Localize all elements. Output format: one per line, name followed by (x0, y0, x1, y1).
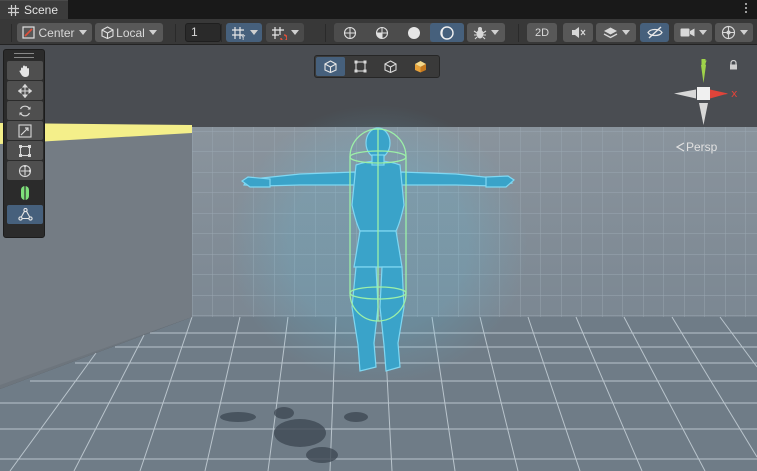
toolbar-separator (221, 24, 222, 42)
rect-transform-icon (19, 144, 31, 157)
chevron-down-icon (491, 30, 499, 35)
audio-mute-icon (571, 27, 585, 38)
scene-toolbar: Center Local 1 Y 2D (0, 19, 757, 45)
bone-hierarchy-icon (17, 208, 33, 221)
mode-2d-label: 2D (534, 26, 550, 39)
grid-axis-icon: Y (231, 26, 246, 40)
grid-snap-value-field[interactable]: 1 (185, 23, 221, 42)
mode-2d-toggle[interactable]: 2D (527, 23, 557, 42)
audio-toggle[interactable] (563, 23, 593, 42)
chevron-down-icon (249, 30, 258, 35)
lock-icon[interactable] (729, 60, 738, 70)
projection-label: Persp (686, 140, 718, 154)
gizmo-center-cube[interactable] (697, 87, 710, 100)
pivot-mode-dropdown[interactable]: Center (17, 23, 92, 42)
collider-edit-tool-button[interactable] (7, 183, 43, 202)
toolbar-separator (518, 24, 519, 42)
rotate-icon (19, 105, 31, 116)
hand-icon (19, 65, 29, 77)
tab-label: Scene (24, 3, 59, 17)
toolbar-separator (11, 24, 12, 42)
debug-draw-dropdown[interactable] (467, 23, 505, 42)
grid-visibility-dropdown[interactable]: Y (226, 23, 262, 42)
grid-icon (8, 4, 19, 16)
chevron-down-icon (621, 30, 630, 35)
rotate-tool-button[interactable] (7, 101, 43, 120)
wireframe-mode-button[interactable] (334, 23, 366, 42)
cube-button[interactable] (376, 57, 405, 76)
more-options-icon[interactable] (743, 3, 749, 16)
chevron-down-icon (698, 30, 707, 35)
camera-settings-dropdown[interactable] (674, 23, 712, 42)
effects-dropdown[interactable] (596, 23, 636, 42)
shaded-sphere-icon (408, 26, 420, 39)
eye-hidden-icon (646, 26, 663, 39)
perspective-chevron-icon (675, 142, 685, 152)
wireframe-cube-icon (324, 60, 337, 73)
pivot-mode-label: Center (38, 25, 75, 40)
scale-tool-button[interactable] (7, 121, 43, 140)
layers-effects-icon (603, 27, 617, 39)
wireframe-cube-button[interactable] (316, 57, 345, 76)
transform-icon (18, 164, 32, 177)
scene-visibility-toggle[interactable] (640, 23, 669, 42)
chevron-down-icon (739, 30, 748, 35)
svg-text:Y: Y (240, 34, 246, 40)
scene-viewport[interactable]: y x Persp (0, 45, 757, 471)
draw-mode-group (334, 23, 464, 42)
snap-settings-dropdown[interactable] (266, 23, 304, 42)
lighting-moon-icon (440, 25, 454, 40)
neg-x-axis-cone[interactable] (674, 89, 696, 99)
cube-icon (384, 60, 397, 73)
shaded-wireframe-mode-button[interactable] (366, 23, 398, 42)
camera-icon (680, 28, 694, 37)
shaded-wireframe-icon (375, 26, 389, 39)
chevron-down-icon (148, 30, 157, 35)
tab-scene[interactable]: Scene (0, 0, 68, 19)
gizmo-globe-icon (721, 25, 735, 40)
move-arrows-icon (18, 83, 32, 98)
shaded-cube-icon (415, 61, 426, 73)
wireframe-sphere-icon (343, 26, 357, 39)
bug-icon (473, 26, 487, 39)
rect-select-button[interactable] (346, 57, 375, 76)
projection-toggle[interactable]: Persp (675, 140, 717, 154)
rect-tool-button[interactable] (7, 141, 43, 160)
tools-palette (3, 49, 45, 238)
y-axis-label: y (701, 58, 707, 69)
capsule-collider-icon (21, 185, 29, 200)
rect-select-icon (354, 60, 367, 73)
scene-render (0, 45, 757, 471)
lighting-mode-button[interactable] (430, 23, 464, 42)
tab-bar: Scene (0, 0, 757, 19)
toolbar-separator (175, 24, 176, 42)
overlay-toolbar (314, 55, 440, 78)
shaded-mode-button[interactable] (398, 23, 430, 42)
neg-z-axis-cone[interactable] (699, 103, 708, 125)
local-cube-icon (101, 26, 114, 39)
bone-tool-button[interactable] (7, 205, 43, 224)
toolbar-separator (325, 24, 326, 42)
grid-snap-icon (272, 26, 287, 40)
scale-icon (18, 123, 32, 138)
transform-tool-button[interactable] (7, 161, 43, 180)
pivot-rotation-label: Local (116, 25, 145, 40)
hand-tool-button[interactable] (7, 61, 43, 80)
x-axis-cone-fill (710, 89, 728, 99)
chevron-down-icon (291, 30, 299, 35)
move-tool-button[interactable] (7, 81, 43, 100)
x-axis-label: x (731, 87, 738, 100)
shaded-cube-button[interactable] (406, 57, 435, 76)
pivot-rotation-dropdown[interactable]: Local (95, 23, 163, 42)
chevron-down-icon (78, 30, 87, 35)
pivot-center-icon (22, 26, 36, 39)
gizmos-dropdown[interactable] (715, 23, 753, 42)
palette-grip[interactable] (14, 53, 34, 58)
